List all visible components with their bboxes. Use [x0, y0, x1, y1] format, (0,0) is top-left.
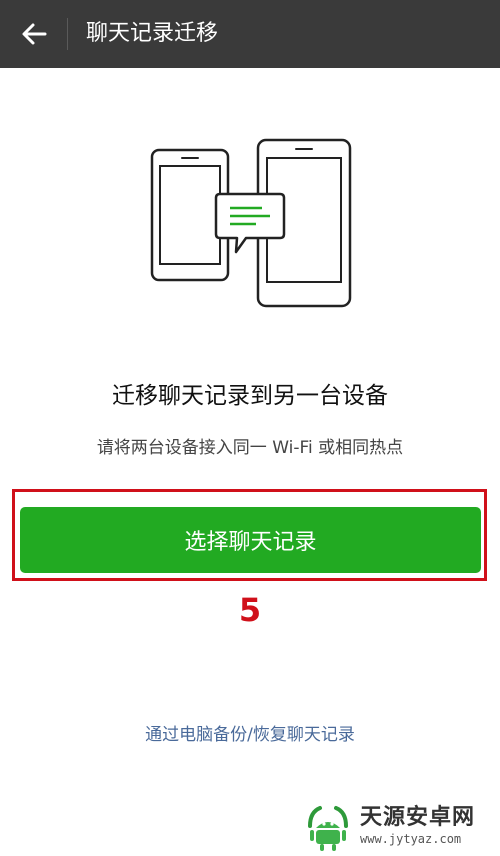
- top-bar: 聊天记录迁移: [0, 0, 500, 68]
- header-divider: [67, 18, 68, 50]
- site-watermark: 天源安卓网 www.jytyaz.com: [300, 796, 500, 856]
- pc-backup-restore-link[interactable]: 通过电脑备份/恢复聊天记录: [0, 723, 500, 747]
- step-number-annotation: 5: [238, 591, 262, 629]
- wifi-instruction: 请将两台设备接入同一 Wi-Fi 或相同热点: [96, 438, 404, 458]
- phones-transfer-icon: [150, 138, 352, 308]
- watermark-title: 天源安卓网: [360, 805, 476, 830]
- page-title: 聊天记录迁移: [86, 21, 219, 46]
- watermark-url: www.jytyaz.com: [360, 832, 462, 846]
- select-chat-records-button[interactable]: 选择聊天记录: [20, 507, 481, 573]
- android-logo-icon: [308, 806, 348, 851]
- arrow-left-icon: [22, 23, 47, 45]
- migrate-heading: 迁移聊天记录到另一台设备: [112, 383, 388, 409]
- back-button[interactable]: [12, 14, 56, 54]
